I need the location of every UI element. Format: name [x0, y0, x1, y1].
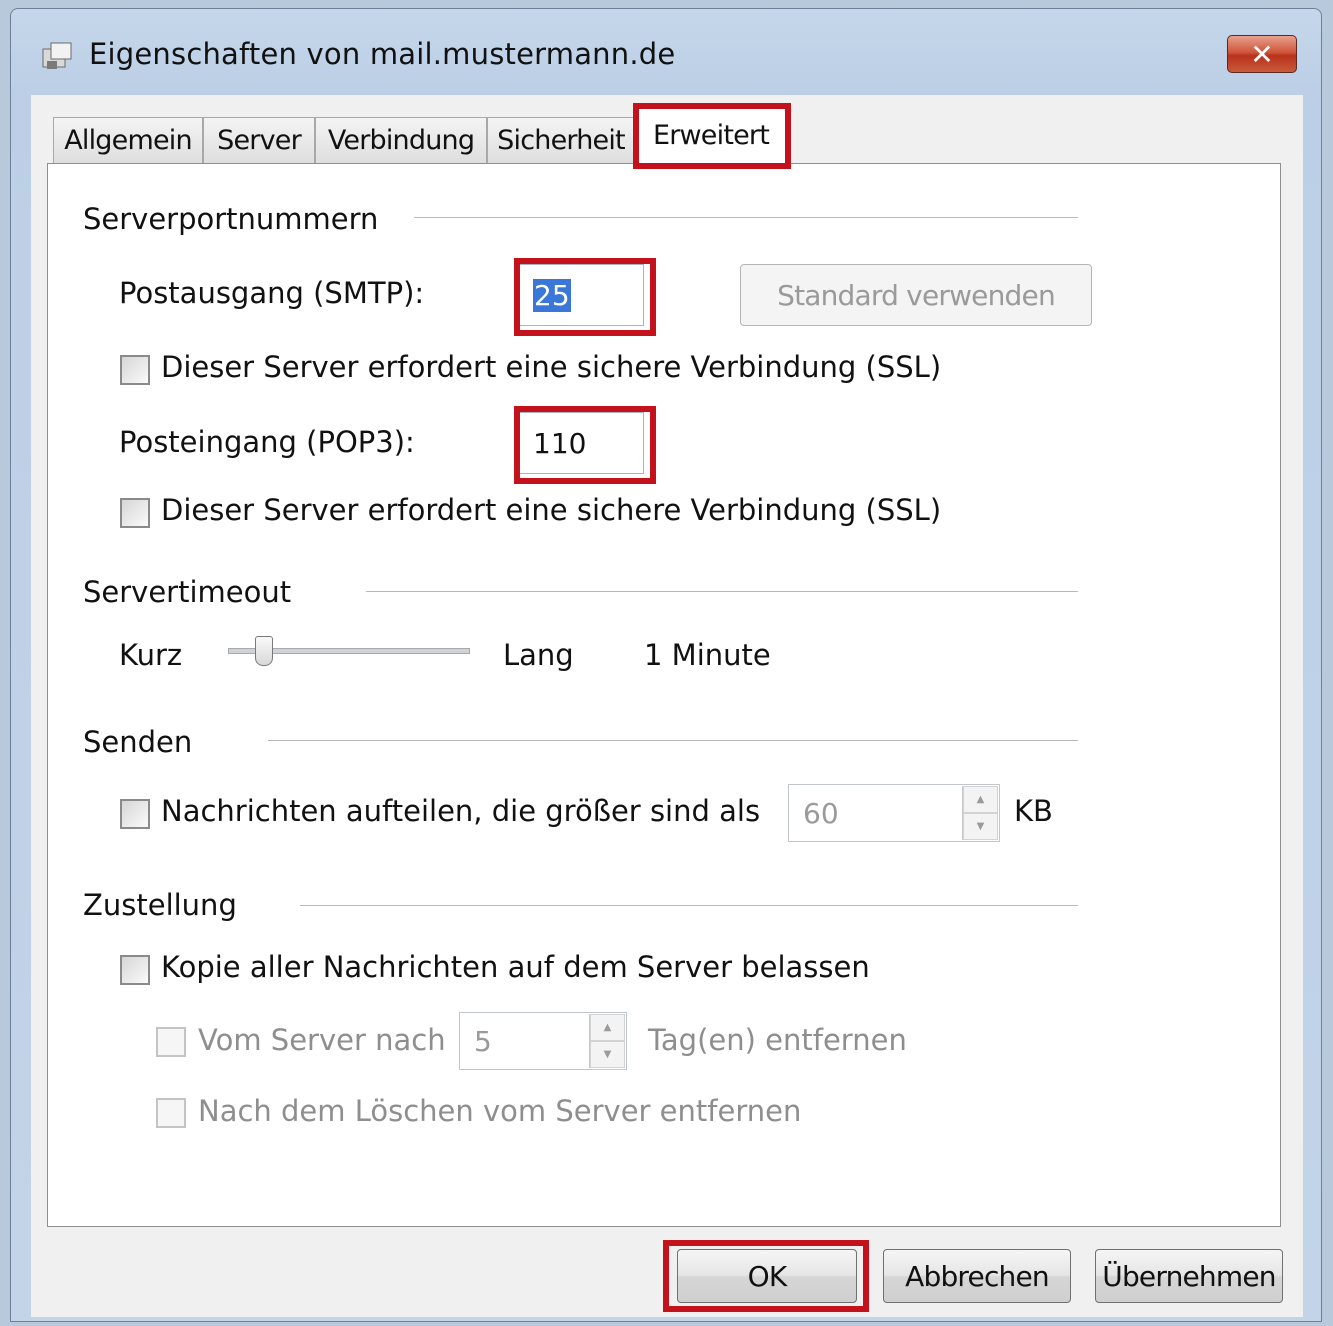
split-messages-checkbox[interactable]	[120, 799, 150, 829]
use-default-button[interactable]: Standard verwenden	[740, 264, 1092, 326]
tab-erweitert[interactable]: Erweitert	[635, 105, 787, 165]
ok-button[interactable]: OK	[677, 1249, 857, 1303]
split-size-value: 60	[803, 796, 839, 830]
group-title-ports: Serverportnummern	[83, 202, 379, 236]
keep-copy-label: Kopie aller Nachrichten auf dem Server b…	[161, 950, 870, 984]
group-divider	[300, 905, 1078, 907]
smtp-port-value: 25	[533, 278, 571, 312]
title-bar[interactable]: Eigenschaften von mail.mustermann.de ✕	[11, 9, 1321, 89]
group-divider	[414, 217, 1078, 219]
split-size-stepper[interactable]: ▲ ▼	[962, 786, 998, 840]
group-divider	[366, 591, 1078, 593]
remove-on-delete-checkbox[interactable]	[156, 1098, 186, 1128]
remove-on-delete-label: Nach dem Löschen vom Server entfernen	[198, 1094, 802, 1128]
group-title-send: Senden	[83, 725, 193, 759]
group-title-delivery: Zustellung	[83, 888, 237, 922]
timeout-short-label: Kurz	[119, 638, 183, 672]
keep-copy-checkbox[interactable]	[120, 955, 150, 985]
close-icon: ✕	[1250, 37, 1274, 71]
smtp-port-input[interactable]: 25	[518, 264, 644, 326]
apply-button[interactable]: Übernehmen	[1095, 1249, 1283, 1303]
smtp-ssl-checkbox[interactable]	[120, 355, 150, 385]
pop3-port-value: 110	[533, 426, 587, 460]
remove-after-label: Vom Server nach	[198, 1023, 446, 1057]
group-title-timeout: Servertimeout	[83, 575, 292, 609]
stepper-up-icon[interactable]: ▲	[590, 1014, 625, 1041]
remove-after-checkbox[interactable]	[156, 1027, 186, 1057]
group-divider	[268, 740, 1078, 742]
stepper-up-icon[interactable]: ▲	[963, 786, 998, 813]
pop3-ssl-checkbox[interactable]	[120, 498, 150, 528]
timeout-value: 1 Minute	[644, 638, 771, 672]
close-button[interactable]: ✕	[1227, 35, 1297, 73]
stepper-down-icon[interactable]: ▼	[963, 813, 998, 840]
tab-verbindung[interactable]: Verbindung	[315, 117, 487, 163]
mail-server-icon	[42, 42, 72, 69]
smtp-ssl-label: Dieser Server erfordert eine sichere Ver…	[161, 350, 942, 384]
remove-days-value: 5	[474, 1024, 492, 1058]
dialog-client-area: Allgemein Server Verbindung Sicherheit E…	[31, 95, 1303, 1317]
timeout-long-label: Lang	[503, 638, 574, 672]
remove-days-suffix: Tag(en) entfernen	[648, 1023, 907, 1057]
pop3-port-input[interactable]: 110	[518, 412, 644, 474]
tab-panel-erweitert: Serverportnummern Postausgang (SMTP): 25…	[47, 163, 1281, 1227]
tab-server[interactable]: Server	[203, 117, 315, 163]
properties-dialog: Eigenschaften von mail.mustermann.de ✕ A…	[10, 8, 1322, 1322]
tab-allgemein[interactable]: Allgemein	[53, 117, 203, 163]
stepper-down-icon[interactable]: ▼	[590, 1041, 625, 1068]
remove-days-stepper[interactable]: ▲ ▼	[589, 1014, 625, 1068]
pop3-port-label: Posteingang (POP3):	[119, 425, 415, 459]
smtp-port-label: Postausgang (SMTP):	[119, 276, 425, 310]
tab-sicherheit[interactable]: Sicherheit	[487, 117, 635, 163]
split-size-unit: KB	[1014, 794, 1053, 828]
split-messages-label: Nachrichten aufteilen, die größer sind a…	[161, 794, 761, 828]
timeout-slider-thumb[interactable]	[255, 636, 273, 666]
cancel-button[interactable]: Abbrechen	[883, 1249, 1071, 1303]
pop3-ssl-label: Dieser Server erfordert eine sichere Ver…	[161, 493, 942, 527]
window-title: Eigenschaften von mail.mustermann.de	[89, 37, 676, 71]
